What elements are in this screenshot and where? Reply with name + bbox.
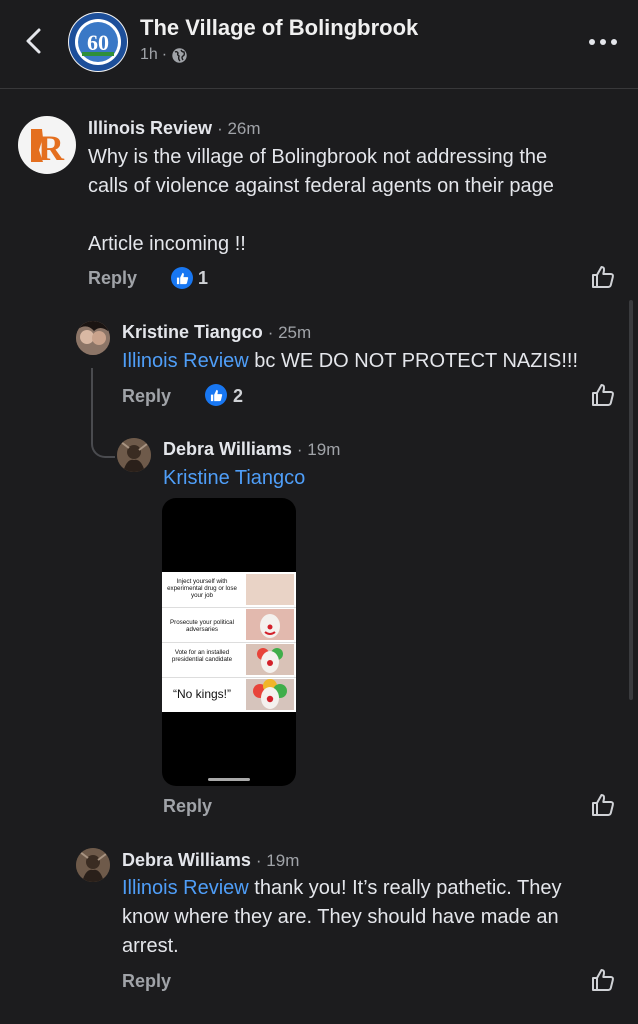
author-name[interactable]: Debra Williams [122,850,251,870]
author-name[interactable]: Kristine Tiangco [122,322,263,342]
author-name[interactable]: Debra Williams [163,439,292,459]
like-thumbs-up-icon[interactable] [590,382,616,408]
comment-author[interactable]: Illinois Review · 26m [88,118,261,139]
comment-body: bc WE DO NOT PROTECT NAZIS!!! [248,350,579,372]
comment-text: Kristine Tiangco [163,464,305,493]
svg-text:60: 60 [87,30,109,55]
commenter-avatar[interactable] [76,848,110,882]
meme-panel: Inject yourself with experimental drug o… [162,572,296,712]
reply-button[interactable]: Reply [163,796,212,817]
post-time: 1h [140,46,158,63]
like-thumbs-up-icon[interactable] [590,967,616,993]
comment-time: · 19m [255,851,300,870]
like-thumbs-up-icon[interactable] [590,792,616,818]
commenter-avatar[interactable] [76,321,110,355]
mention-link[interactable]: Illinois Review [122,350,249,372]
mention-link[interactable]: Kristine Tiangco [163,467,305,489]
comment-time: · 25m [267,323,312,342]
post-meta: 1h · [140,46,188,64]
thread-connector-line [91,368,115,458]
meme-row: “No kings!” [162,677,296,712]
commenter-avatar[interactable]: R [18,116,76,174]
comment-author[interactable]: Kristine Tiangco · 25m [122,322,311,343]
comment-line: calls of violence against federal agents… [88,175,554,197]
meme-caption: “No kings!” [172,687,231,701]
profile-photo [76,321,110,355]
svg-text:R: R [38,128,65,168]
comment-text: Why is the village of Bolingbrook not ad… [88,143,618,259]
page-title[interactable]: The Village of Bolingbrook [140,15,418,41]
comment-author[interactable]: Debra Williams · 19m [122,850,299,871]
reply-button[interactable]: Reply [88,268,137,289]
meme-caption: Prosecute your political adversaries [170,619,234,633]
comment-time: · 19m [296,440,341,459]
thumbs-up-icon [210,389,222,401]
reply-button[interactable]: Reply [122,971,171,992]
like-reaction-badge[interactable] [171,267,193,289]
comment-text: Illinois Review thank you! It’s really p… [122,874,627,961]
meme-image-attachment[interactable]: Inject yourself with experimental drug o… [162,498,296,786]
village-seal-logo: 60 [69,13,127,71]
back-chevron-icon[interactable] [22,26,48,56]
meme-row: Inject yourself with experimental drug o… [162,572,296,608]
profile-photo [117,438,151,472]
meme-face-image [246,609,294,640]
author-name[interactable]: Illinois Review [88,118,212,138]
comment-author[interactable]: Debra Williams · 19m [163,439,340,460]
comment-line: Article incoming !! [88,233,246,255]
commenter-avatar[interactable] [117,438,151,472]
like-count: 2 [233,386,244,406]
comment-line: arrest. [122,935,179,957]
mention-link[interactable]: Illinois Review [122,877,249,899]
meme-caption: Vote for an installed presidential candi… [171,649,233,663]
comment-time: · 26m [217,119,261,138]
like-count: 1 [198,268,209,288]
clown-face-art [257,648,283,673]
meme-caption: Inject yourself with experimental drug o… [167,578,237,599]
globe-icon [172,47,187,63]
meme-face-image [246,574,294,605]
comment-line: Why is the village of Bolingbrook not ad… [88,146,548,168]
like-thumbs-up-icon[interactable] [590,264,616,290]
comment-line: know where they are. They should have ma… [122,906,559,928]
meta-separator: · [161,46,168,63]
comment-text: Illinois Review bc WE DO NOT PROTECT NAZ… [122,347,578,376]
comment-body: thank you! It’s really pathetic. They [248,877,562,899]
meme-row: Vote for an installed presidential candi… [162,642,296,678]
clown-face-art [260,614,280,638]
like-reaction-badge[interactable] [205,384,227,406]
more-options-icon[interactable] [588,37,618,47]
meme-row: Prosecute your political adversaries [162,607,296,643]
thumbs-up-icon [176,272,188,284]
reply-button[interactable]: Reply [122,386,171,407]
comment-spacer [88,201,618,230]
meme-face-image [246,644,294,675]
home-indicator [208,778,250,781]
illinois-review-logo: R [31,128,65,168]
clown-face-art [253,679,287,709]
meme-face-image [246,679,294,710]
comment-line: Illinois Review thank you! It’s really p… [122,874,627,903]
profile-photo [76,848,110,882]
page-avatar[interactable]: 60 [68,12,128,72]
scrollbar[interactable] [629,300,633,700]
